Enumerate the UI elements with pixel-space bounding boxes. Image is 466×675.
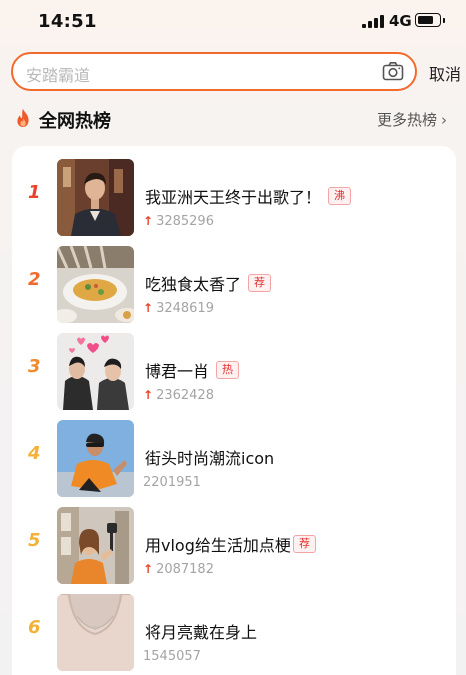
search-input[interactable]: 安踏霸道 [11,52,417,91]
section-title: 全网热榜 [39,111,111,132]
rank-number: 4 [28,443,41,464]
thumbnail-street-fashion [57,420,134,497]
rank-number: 3 [28,356,41,377]
hot-list-item[interactable]: 6 将月亮戴在身上 1545057 [12,589,456,675]
hot-list-item[interactable]: 2 吃独食太香了 荐 ↑ 3248619 [12,241,456,327]
topic-title: 博君一肖 [145,362,210,381]
trending-up-icon: ↑ [143,388,154,402]
rank-number: 2 [28,269,41,290]
topic-title: 用vlog给生活加点梗 [145,536,291,555]
recommend-badge: 荐 [293,535,316,553]
hot-badge: 沸 [328,187,351,205]
hot-list-item[interactable]: 4 街头时尚潮流icon 2201951 [12,415,456,501]
status-bar: 14:51 4G [0,0,466,44]
cancel-button[interactable]: 取消 [429,61,461,85]
view-count-value: 2362428 [156,388,214,403]
fire-icon [14,108,32,128]
hot-list-card: 1 我亚洲天王终于出歌了！ 沸 ↑ 3285296 2 吃独食太香了 荐 ↑ 3… [12,146,456,675]
status-time: 14:51 [38,11,97,32]
view-count-value: 2201951 [143,475,201,490]
view-count: ↑ 3285296 [143,214,214,229]
hot-list-item[interactable]: 5 用vlog给生活加点梗 荐 ↑ 2087182 [12,502,456,588]
network-type: 4G [389,12,412,30]
more-hot-lists-link[interactable]: 更多热榜 › [377,109,447,130]
topic-title: 街头时尚潮流icon [145,449,275,468]
view-count: ↑ 2362428 [143,388,214,403]
search-placeholder: 安踏霸道 [26,66,91,85]
chevron-right-icon: › [441,111,448,129]
view-count: ↑ 2087182 [143,562,214,577]
view-count: 1545057 [143,649,201,664]
hot-list-item[interactable]: 1 我亚洲天王终于出歌了！ 沸 ↑ 3285296 [12,154,456,240]
rank-number: 1 [28,182,41,203]
thumbnail-vlog-girl [57,507,134,584]
view-count-value: 1545057 [143,649,201,664]
camera-icon[interactable] [382,61,404,81]
view-count: ↑ 3248619 [143,301,214,316]
view-count-value: 3285296 [156,214,214,229]
recommend-badge: 荐 [248,274,271,292]
view-count: 2201951 [143,475,201,490]
topic-title: 我亚洲天王终于出歌了！ [145,188,322,207]
thumbnail-man-in-suit [57,159,134,236]
rank-number: 6 [28,617,41,638]
thumbnail-pasta-dish [57,246,134,323]
trending-up-icon: ↑ [143,301,154,315]
trending-up-icon: ↑ [143,562,154,576]
more-hot-lists-label: 更多热榜 [377,111,438,129]
trending-up-icon: ↑ [143,214,154,228]
topic-title: 将月亮戴在身上 [145,623,258,642]
hot-list-item[interactable]: 3 博君一肖 热 ↑ 2362428 [12,328,456,414]
topic-title: 吃独食太香了 [145,275,242,294]
view-count-value: 2087182 [156,562,214,577]
rank-number: 5 [28,530,41,551]
battery-icon [415,13,445,27]
view-count-value: 3248619 [156,301,214,316]
thumbnail-two-men-hearts [57,333,134,410]
hot-badge: 热 [216,361,239,379]
signal-icon [362,15,384,28]
thumbnail-moon-necklace [57,594,134,671]
